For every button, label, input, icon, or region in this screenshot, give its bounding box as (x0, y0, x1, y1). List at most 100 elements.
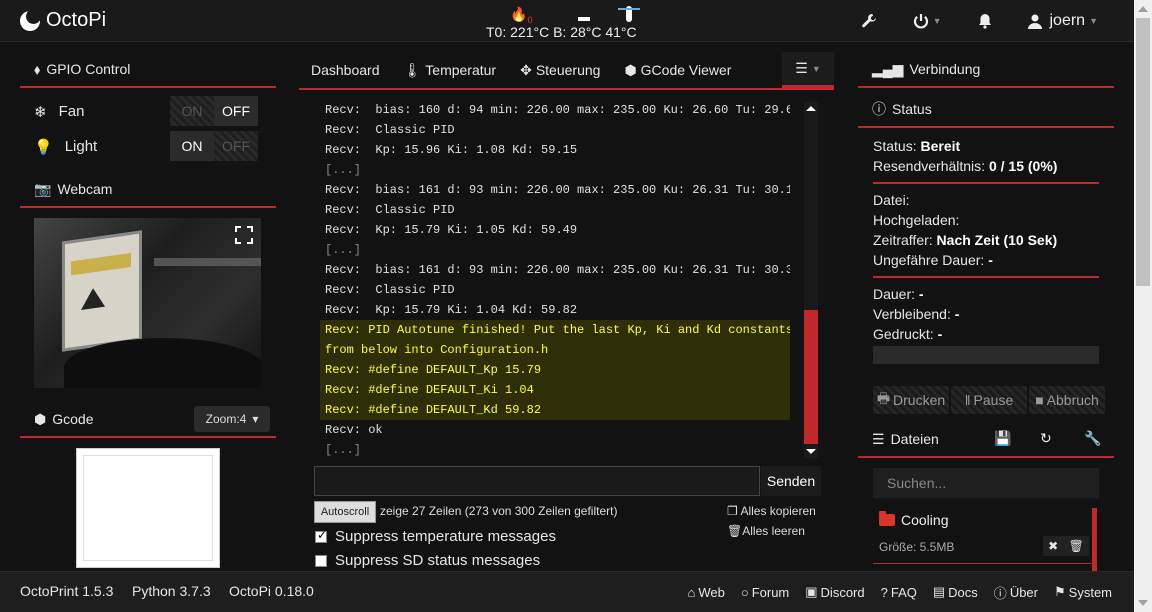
checkbox-unchecked[interactable] (315, 554, 327, 567)
est-duration-value: - (988, 252, 993, 268)
terminal-line: Recv: Classic PID (325, 283, 455, 297)
print-button[interactable]: 🖶 Drucken (873, 386, 949, 414)
clear-all-link[interactable]: 🗑Alles leeren (727, 524, 805, 538)
duration-value: - (918, 286, 924, 302)
terminal-line: [...] (325, 163, 362, 177)
uploaded-label: Hochgeladen: (873, 212, 960, 228)
username: joern (1049, 12, 1086, 29)
terminal-line: Recv: Kp: 15.96 Ki: 1.08 Kd: 59.15 (325, 143, 578, 157)
brand-link[interactable]: OctoPi (20, 8, 107, 32)
tab-more-menu[interactable]: ☰ ▼ (782, 52, 834, 88)
file-search-input[interactable]: Suchen... (873, 468, 1099, 498)
terminal-output[interactable]: Recv: bias: 160 d: 94 min: 226.00 max: 2… (320, 100, 790, 458)
flame-icon: 🔥0 (510, 6, 533, 25)
send-button[interactable]: Senden (761, 466, 821, 496)
suppress-temp-checkbox[interactable]: Suppress temperature messages (315, 528, 556, 545)
footer-link-system[interactable]: ⚑ System (1044, 584, 1118, 600)
power-icon (913, 14, 928, 29)
terminal-line: Recv: bias: 161 d: 93 min: 226.00 max: 2… (325, 263, 790, 277)
footer-link-system-label: System (1068, 584, 1112, 600)
brand-name: OctoPi (46, 9, 107, 31)
command-input[interactable] (314, 466, 760, 496)
footer-link-web-label: Web (698, 584, 725, 600)
footer-link-discord[interactable]: ▣ Discord (795, 584, 870, 600)
flag-icon: ⚑ (1054, 584, 1066, 599)
copy-all-link[interactable]: ❐ Alles kopieren (727, 504, 816, 518)
clear-all-label: Alles leeren (742, 524, 805, 538)
status-panel-header[interactable]: ⓘ Status (858, 92, 1114, 128)
line-info: zeige 27 Zeilen (273 von 300 Zeilen gefi… (380, 504, 618, 518)
footer-link-forum[interactable]: ○ Forum (731, 585, 795, 600)
fan-on-button[interactable]: ON (170, 96, 214, 126)
wrench-icon[interactable]: 🔧 (1084, 430, 1101, 447)
light-toggle[interactable]: ON OFF (170, 131, 258, 161)
webcam-panel-header[interactable]: 📷 Webcam (20, 172, 276, 208)
footer-link-docs[interactable]: ▤ Docs (923, 584, 984, 600)
checkbox-checked[interactable] (315, 528, 327, 543)
home-icon: ⌂ (687, 584, 696, 600)
file-list-scrollbar[interactable] (1092, 508, 1097, 578)
printed-label: Gedruckt: (873, 326, 934, 342)
trash-icon[interactable]: 🗑 (1069, 539, 1084, 553)
tab-steuerung[interactable]: ✥ Steuerung (508, 52, 612, 88)
user-menu-button[interactable]: joern ▼ (1010, 12, 1135, 30)
move-icon[interactable]: ✖ (1048, 539, 1058, 553)
light-off-button[interactable]: OFF (214, 131, 258, 161)
connection-panel-header[interactable]: ▂▄▆ Verbindung (858, 52, 1114, 88)
terminal-line: Recv: #define DEFAULT_Kp 15.79 (320, 360, 790, 380)
terminal-line: Recv: PID Autotune finished! Put the las… (320, 320, 790, 340)
suppress-sd-checkbox[interactable]: Suppress SD status messages (315, 552, 540, 569)
octopi-logo-icon (20, 8, 41, 31)
terminal-line: Recv: #define DEFAULT_Kd 59.82 (320, 400, 790, 420)
refresh-icon[interactable]: ↻ (1040, 430, 1052, 447)
page-scroll-thumb[interactable] (1136, 18, 1150, 286)
info-circle-icon: ⓘ (993, 585, 1007, 601)
fullscreen-icon[interactable] (235, 226, 253, 244)
scroll-down-arrow-icon[interactable] (1138, 600, 1148, 606)
footer-link-discord-label: Discord (820, 584, 865, 600)
status-title: Status (892, 101, 932, 117)
question-circle-icon: ? (880, 584, 888, 600)
light-on-button[interactable]: ON (170, 131, 214, 161)
fan-off-button[interactable]: OFF (214, 96, 258, 126)
fan-toggle[interactable]: ON OFF (170, 96, 258, 126)
autoscroll-button[interactable]: Autoscroll (314, 501, 376, 523)
footer-link-about[interactable]: ⓘ Über (984, 583, 1044, 602)
terminal-scroll-thumb[interactable] (804, 310, 818, 444)
zoom-dropdown[interactable]: Zoom:4 ▾ (194, 406, 270, 432)
settings-wrench-button[interactable] (843, 13, 895, 29)
pause-icon: ‖ (964, 392, 971, 408)
chevron-down-icon: ▼ (932, 16, 942, 26)
gcode-title: Gcode (52, 411, 94, 427)
footer-link-faq[interactable]: ? FAQ (871, 585, 923, 600)
tab-dashboard[interactable]: Dashboard (299, 52, 392, 88)
file-list-item[interactable]: Cooling Größe: 5.5MB ✖ 🗑 (873, 510, 1091, 564)
page-scrollbar[interactable] (1134, 0, 1152, 612)
tab-temperatur[interactable]: 🌡 Temperatur (392, 52, 509, 88)
suppress-sd-label: Suppress SD status messages (335, 552, 541, 569)
terminal-scrollbar[interactable] (804, 102, 818, 458)
webcam-stream[interactable] (34, 218, 261, 388)
footer-link-web[interactable]: ⌂ Web (677, 585, 730, 600)
sd-card-icon[interactable]: 💾 (994, 430, 1011, 447)
scroll-down-arrow-icon[interactable] (806, 449, 816, 454)
notifications-button[interactable] (960, 13, 1010, 29)
right-sidebar: ▂▄▆ Verbindung ⓘ Status Status: Bereit R… (858, 52, 1114, 578)
terminal-line: [...] (325, 443, 362, 457)
temperature-summary[interactable]: 🔥0 T0: 221°C B: 28°C 41°C (486, 0, 656, 42)
bell-icon (978, 14, 991, 29)
copy-all-label: Alles kopieren (740, 504, 816, 518)
resend-value: 0 / 15 (0%) (988, 158, 1058, 174)
cancel-button[interactable]: ■ Abbruch (1029, 386, 1105, 414)
scroll-up-arrow-icon[interactable] (806, 106, 816, 111)
pause-button[interactable]: ‖ Pause (951, 386, 1027, 414)
est-duration-label: Ungefähre Dauer: (873, 252, 985, 268)
system-menu-button[interactable]: ▼ (895, 13, 960, 29)
scroll-up-arrow-icon[interactable] (1138, 6, 1148, 12)
copy-icon: ❐ (727, 504, 738, 518)
tab-gcode-viewer[interactable]: ⬢ GCode Viewer (612, 52, 743, 88)
gcode-preview-canvas[interactable] (76, 448, 220, 568)
gpio-title: GPIO Control (46, 61, 131, 77)
files-panel-header[interactable]: ☰ Dateien (858, 422, 1114, 458)
gpio-panel-header[interactable]: ⬧ GPIO Control (20, 52, 276, 88)
